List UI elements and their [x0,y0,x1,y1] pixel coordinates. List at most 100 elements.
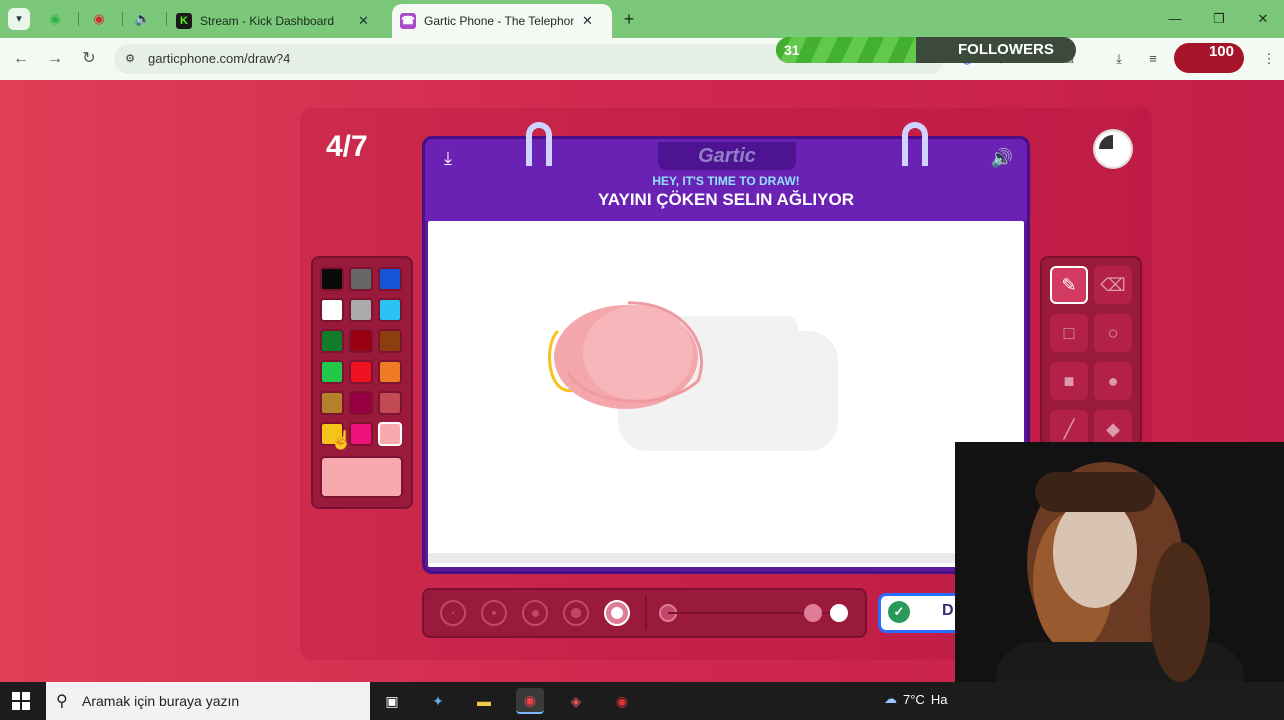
tab-title: Gartic Phone - The Telephone G [424,14,574,28]
pencil-icon: ✎ [1061,274,1077,295]
filled-rectangle-tool[interactable]: ■ [1050,362,1088,400]
restore-button[interactable]: ❐ [1206,8,1232,30]
brush-size-dot [491,610,497,616]
color-swatch[interactable] [378,360,402,384]
color-swatch[interactable] [378,329,402,353]
color-swatch[interactable] [320,360,344,384]
brush-size-option[interactable] [440,600,466,626]
color-swatch[interactable] [320,391,344,415]
brush-size-option[interactable] [481,600,507,626]
close-window-button[interactable]: ✕ [1250,8,1276,30]
color-swatch[interactable] [320,267,344,291]
rectangle-icon: □ [1063,322,1075,343]
badge-value: 100 [1208,43,1234,60]
search-placeholder: Aramak için buraya yazın [82,693,240,709]
color-swatch[interactable] [349,267,373,291]
canvas-bottom-edge [428,553,1024,563]
brush-size-dot [452,612,454,614]
color-swatch[interactable] [349,329,373,353]
tab-separator [166,12,167,26]
audio-icon[interactable]: 🔈 [132,8,154,30]
back-button[interactable]: ← [10,48,32,70]
reload-button[interactable]: ↻ [78,48,100,70]
filled-ellipse-tool[interactable]: ● [1094,362,1132,400]
draw-prompt: YAYINI ÇÖKEN SELIN AĞLIYOR [598,190,854,209]
pink-blob [583,305,693,401]
more-menu-icon[interactable]: ⋮ [1260,50,1278,68]
eraser-icon: ⌫ [1100,274,1126,295]
color-swatch[interactable] [349,360,373,384]
tab-gartic-phone[interactable]: ☎ Gartic Phone - The Telephone G ✕ [392,4,612,38]
color-swatch[interactable] [320,329,344,353]
followers-label: FOLLOWERS [958,41,1054,58]
tab-title: Stream - Kick Dashboard [200,14,335,28]
stream-badge: 100 [1174,43,1244,73]
gartic-icon: ☎ [400,13,416,29]
eraser-tool[interactable]: ⌫ [1094,266,1132,304]
color-swatch[interactable] [349,298,373,322]
cloud-icon: ☁ [884,691,897,706]
volume-icon[interactable]: 🔊 [990,146,1014,170]
whatsapp-icon[interactable]: ◉ [44,8,66,30]
drawing-canvas[interactable] [428,221,1024,567]
brush-size-option[interactable] [563,600,589,626]
color-swatch[interactable] [378,422,402,446]
browser-tab-bar: ▾ ◉ ◉ 🔈 K Stream - Kick Dashboard ✕ ☎ Ga… [0,0,1284,38]
color-swatch[interactable] [349,391,373,415]
close-tab-icon[interactable]: ✕ [358,13,369,29]
close-tab-icon[interactable]: ✕ [582,13,593,29]
windows-taskbar: ⚲ Aramak için buraya yazın ▣ ✦ ▬ ◉ ◈ ◉ ☁… [0,682,1284,720]
media-controls-icon[interactable]: ≡ [1144,50,1162,68]
done-button-label: D [942,602,954,619]
file-explorer-icon[interactable]: ▬ [470,688,498,714]
opacity-slider-handle[interactable] [804,604,822,622]
color-swatch[interactable] [349,422,373,446]
color-swatch[interactable] [378,298,402,322]
kick-icon: K [176,13,192,29]
followers-goal-bar: 31 FOLLOWERS [776,37,1076,63]
tab-kick-dashboard[interactable]: K Stream - Kick Dashboard ✕ [168,4,390,38]
download-icon[interactable]: ⤓ [1110,50,1128,68]
fill-bucket-icon: ◆ [1106,418,1120,439]
tab-search-button[interactable]: ▾ [8,8,30,30]
url-text: garticphone.com/draw?4 [148,51,291,66]
weather-widget[interactable]: ☁ 7°C Ha [884,691,947,707]
app-icon[interactable]: ◈ [562,688,590,714]
site-info-icon[interactable]: ⚙ [122,51,138,67]
brush-size-option[interactable] [604,600,630,626]
color-swatch[interactable] [378,267,402,291]
color-swatch[interactable] [320,298,344,322]
task-view-icon[interactable]: ▣ [378,688,406,714]
color-swatch[interactable] [378,391,402,415]
line-icon: ╱ [1063,418,1075,439]
brush-size-option[interactable] [522,600,548,626]
forward-button[interactable]: → [44,48,66,70]
minimize-button[interactable]: — [1162,8,1188,30]
gartic-logo: Gartic [658,142,796,170]
timer-icon [1095,131,1131,167]
mouse-cursor-icon: ☝ [330,430,353,450]
divider [645,596,647,630]
search-icon: ⚲ [56,693,68,710]
chrome-icon[interactable]: ◉ [516,688,544,714]
binder-ring [526,122,552,166]
download-icon[interactable]: ⤓ [436,146,460,170]
rectangle-tool[interactable]: □ [1050,314,1088,352]
weather-text: Ha [930,691,948,707]
brush-size-dot [531,609,539,617]
obs-icon[interactable]: ◉ [608,688,636,714]
copilot-icon[interactable]: ✦ [424,688,452,714]
new-tab-button[interactable]: + [618,8,640,30]
taskbar-search[interactable]: ⚲ Aramak için buraya yazın [46,682,370,720]
brush-size-dot [611,607,623,619]
filled-ellipse-icon: ● [1107,370,1119,391]
ellipse-tool[interactable]: ○ [1094,314,1132,352]
pencil-tool[interactable]: ✎ [1050,266,1088,304]
windows-start-icon[interactable] [12,692,30,710]
round-counter: 4/7 [326,130,368,163]
binder-ring [902,122,928,166]
record-icon[interactable]: ◉ [88,8,110,30]
check-icon: ✓ [888,601,910,623]
brush-size-dot [571,608,581,618]
ellipse-icon: ○ [1107,322,1119,343]
